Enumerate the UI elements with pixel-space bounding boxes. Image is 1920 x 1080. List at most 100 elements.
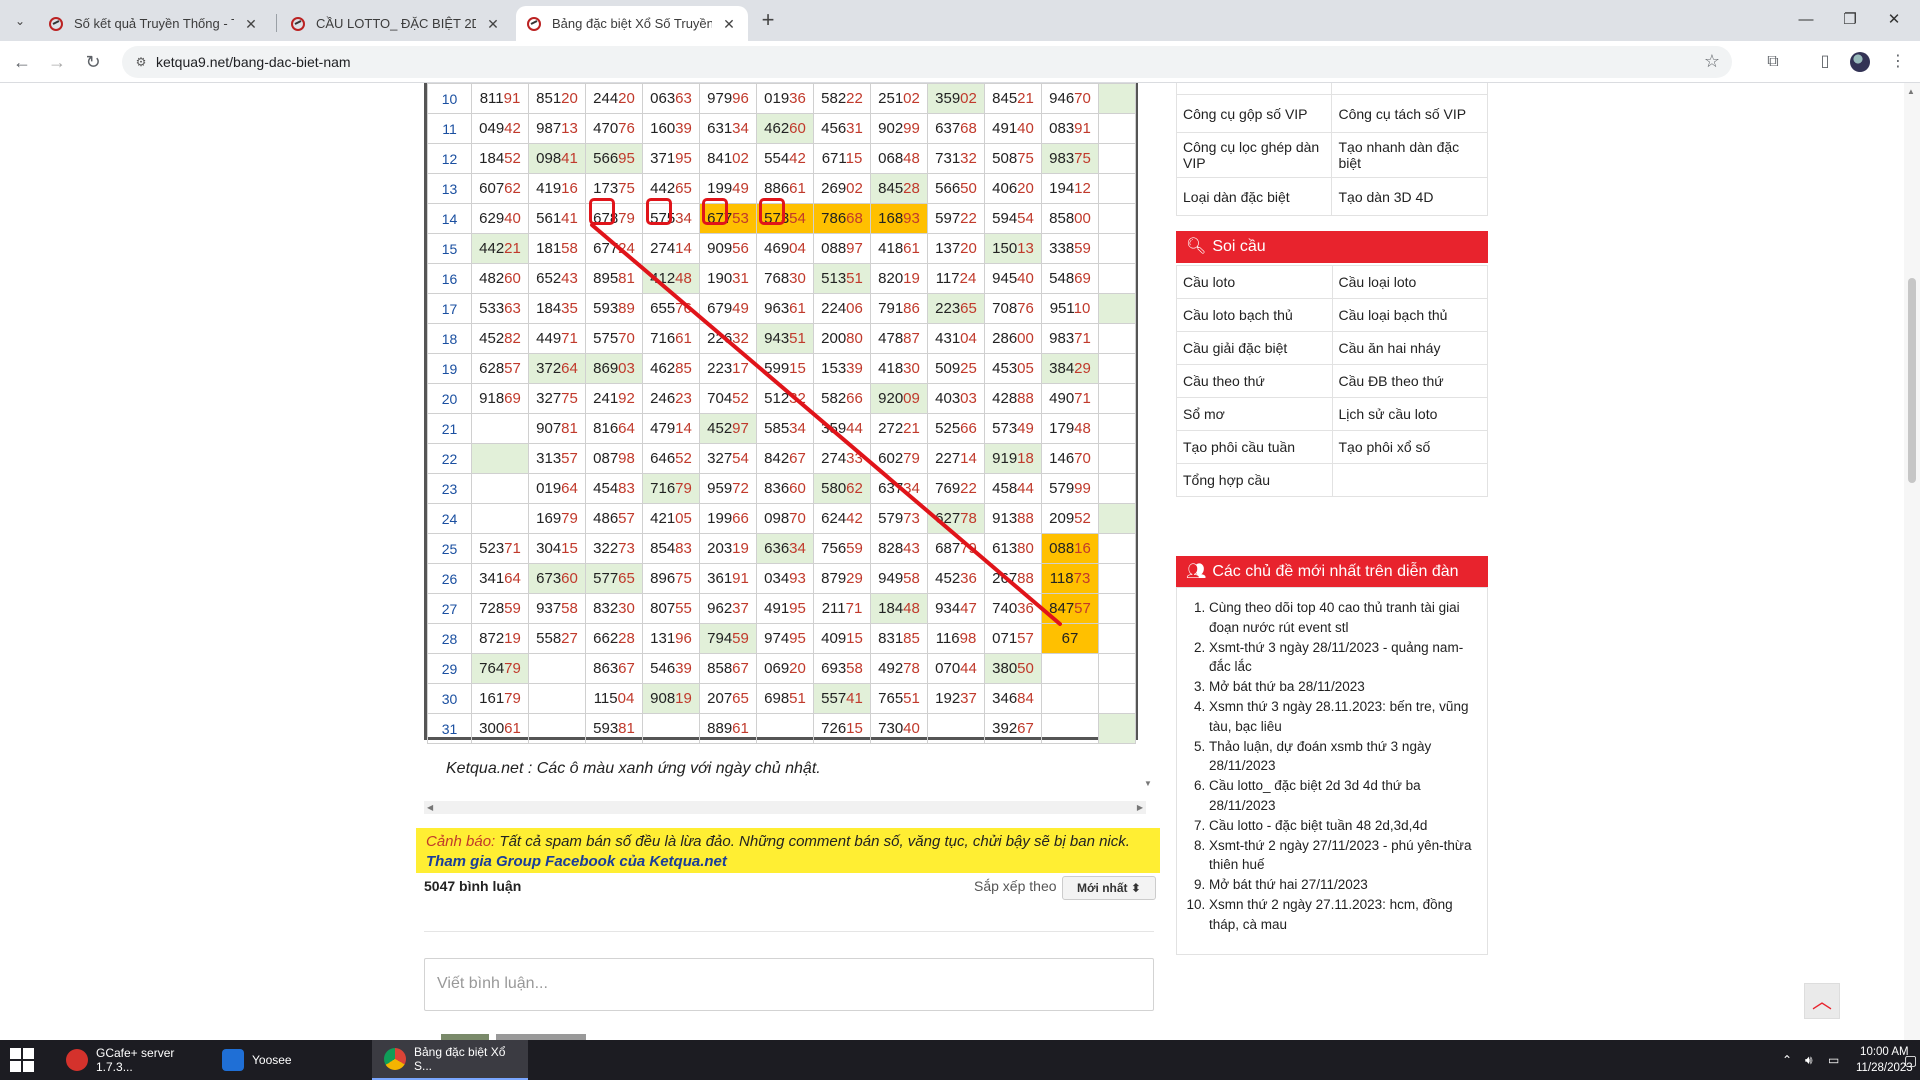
tray-chevron-up-icon[interactable]: ⌃ — [1782, 1040, 1792, 1080]
facebook-group-link[interactable]: Tham gia Group Facebook của Ketqua.net — [426, 853, 727, 870]
soicau-link[interactable]: Cầu loto bạch thủ — [1176, 298, 1333, 332]
tab-cau-lotto[interactable]: CẦU LOTTO_ ĐẶC BIỆT 2D 3D 4D ✕ — [280, 6, 512, 41]
forum-topic-link[interactable]: Cầu lotto_ đặc biệt 2d 3d 4d thứ ba 28/1… — [1209, 776, 1473, 816]
page-scrollbar[interactable]: ▲ — [1904, 83, 1920, 1040]
forum-topic-link[interactable]: Cùng theo dõi top 40 cao thủ tranh tài g… — [1209, 598, 1473, 638]
day-cell[interactable]: 11 — [427, 113, 472, 144]
forum-topic-link[interactable]: Mở bát thứ ba 28/11/2023 — [1209, 677, 1473, 697]
forum-topic-link[interactable]: Xsmt-thứ 2 ngày 27/11/2023 - phú yên-thừ… — [1209, 836, 1473, 876]
day-cell[interactable]: 27 — [427, 593, 472, 624]
scroll-left-icon[interactable]: ◀ — [427, 801, 433, 814]
back-icon[interactable]: ← — [10, 50, 34, 74]
prize-cell: 08798 — [585, 443, 643, 474]
day-cell[interactable]: 29 — [427, 653, 472, 684]
sort-select[interactable]: Mới nhất ⬍ — [1062, 876, 1156, 900]
day-cell[interactable]: 21 — [427, 413, 472, 444]
soicau-link[interactable]: Cầu loto — [1176, 265, 1333, 299]
soicau-link[interactable]: Cầu loại loto — [1331, 265, 1488, 299]
close-icon[interactable]: ✕ — [484, 15, 502, 33]
prize-tail-digits: 53 — [732, 210, 749, 227]
notifications-icon[interactable]: ▢ — [1904, 1040, 1917, 1080]
site-settings-icon[interactable]: ⚙ — [132, 53, 150, 71]
tool-link[interactable]: Công cụ gộp số VIP — [1175, 94, 1333, 133]
soicau-link[interactable]: Cầu ăn hai nháy — [1331, 331, 1488, 365]
tab-bang-dac-biet[interactable]: Bảng đặc biệt Xổ Số Truyền Thống ✕ — [516, 6, 748, 41]
soicau-link[interactable]: Cầu theo thứ — [1176, 364, 1333, 398]
tool-link[interactable]: Công cụ tách số VIP — [1331, 94, 1488, 133]
soicau-link[interactable]: Sổ mơ — [1176, 397, 1333, 431]
soicau-link[interactable]: Lịch sử cầu loto — [1331, 397, 1488, 431]
table-scroll-down-icon[interactable]: ▼ — [1144, 779, 1152, 788]
day-cell[interactable]: 12 — [427, 143, 472, 174]
soicau-link[interactable]: Tạo phôi xổ số — [1331, 430, 1488, 464]
comment-input[interactable]: Viết bình luận... — [424, 958, 1154, 1011]
tool-link[interactable]: Công cụ lọc ghép dàn VIP — [1175, 132, 1333, 178]
menu-icon[interactable]: ⋮ — [1886, 50, 1910, 74]
sidepanel-icon[interactable]: ▯ — [1813, 50, 1837, 74]
tab-search-chevron-down-icon[interactable]: ⌄ — [9, 10, 31, 32]
close-icon[interactable]: ✕ — [720, 15, 738, 33]
day-cell[interactable]: 17 — [427, 293, 472, 324]
table-horizontal-scrollbar[interactable]: ◀ ▶ — [424, 801, 1146, 814]
avatar[interactable] — [1850, 52, 1870, 72]
window-close-icon[interactable]: ✕ — [1866, 0, 1920, 41]
prize-cell: 73132 — [927, 143, 985, 174]
day-cell[interactable]: 18 — [427, 323, 472, 354]
forum-topic-link[interactable]: Xsmt-thứ 3 ngày 28/11/2023 - quảng nam-đ… — [1209, 638, 1473, 678]
tool-link[interactable]: Loại dàn đặc biệt — [1175, 177, 1333, 216]
soicau-link[interactable] — [1331, 463, 1488, 497]
forum-topic-link[interactable]: Xsmn thứ 2 ngày 27.11.2023: hcm, đồng th… — [1209, 895, 1473, 935]
taskbar-chrome[interactable]: Bảng đặc biệt Xổ S... — [372, 1040, 528, 1080]
day-cell[interactable]: 13 — [427, 173, 472, 204]
forum-topic-link[interactable]: Mở bát thứ hai 27/11/2023 — [1209, 875, 1473, 895]
taskbar-yoosee[interactable]: Yoosee — [210, 1040, 366, 1080]
scroll-right-icon[interactable]: ▶ — [1137, 801, 1143, 814]
scroll-up-icon[interactable]: ▲ — [1907, 87, 1915, 96]
soicau-link[interactable]: Tạo phôi cầu tuần — [1176, 430, 1333, 464]
day-cell[interactable]: 22 — [427, 443, 472, 474]
volume-icon[interactable]: 🔊︎ — [1805, 1040, 1813, 1080]
soicau-link[interactable]: Cầu giải đặc biệt — [1176, 331, 1333, 365]
forum-topic-link[interactable]: Cầu lotto - đặc biệt tuần 48 2d,3d,4d — [1209, 816, 1473, 836]
forum-topic-link[interactable]: Thảo luận, dự đoán xsmb thứ 3 ngày 28/11… — [1209, 737, 1473, 777]
back-to-top-chevron-up-icon[interactable]: ︿ — [1804, 983, 1840, 1019]
url-text[interactable]: ketqua9.net/bang-dac-biet-nam — [156, 54, 351, 70]
day-cell[interactable]: 26 — [427, 563, 472, 594]
forum-topic-link[interactable]: Xsmn thứ 3 ngày 28.11.2023: bến tre, vũn… — [1209, 697, 1473, 737]
day-cell[interactable]: 10 — [427, 83, 472, 114]
soicau-link[interactable]: Tổng hợp cầu — [1176, 463, 1333, 497]
new-tab-plus-icon[interactable]: + — [756, 9, 780, 33]
extensions-icon[interactable]: ⧉ — [1761, 50, 1785, 74]
prize-tail-digits: 75 — [675, 570, 692, 587]
day-cell[interactable]: 23 — [427, 473, 472, 504]
prize-tail-digits: 98 — [959, 630, 977, 647]
day-cell[interactable]: 14 — [427, 203, 472, 234]
day-cell[interactable]: 28 — [427, 623, 472, 654]
day-cell[interactable]: 25 — [427, 533, 472, 564]
taskbar-gcafe[interactable]: GCafe+ server 1.7.3... — [54, 1040, 210, 1080]
reload-icon[interactable]: ↻ — [81, 50, 105, 74]
soicau-link[interactable]: Cầu ĐB theo thứ — [1331, 364, 1488, 398]
day-cell[interactable]: 31 — [427, 713, 472, 744]
day-cell[interactable]: 24 — [427, 503, 472, 534]
day-cell[interactable]: 15 — [427, 233, 472, 264]
forward-icon[interactable]: → — [45, 50, 69, 74]
tool-link[interactable]: Tạo dàn 3D 4D — [1331, 177, 1488, 216]
prize-tail-digits: 71 — [1074, 330, 1091, 347]
day-cell[interactable]: 16 — [427, 263, 472, 294]
close-icon[interactable]: ✕ — [242, 15, 260, 33]
windows-start-icon[interactable] — [10, 1048, 34, 1072]
prize-cell: 90819 — [642, 683, 700, 714]
special-prize-table-scroll[interactable]: 10 81191 85120 24420 06363 97996 01936 58222 251… — [424, 83, 1142, 800]
star-icon[interactable]: ☆ — [1704, 51, 1720, 72]
network-icon[interactable]: ▭ — [1828, 1040, 1839, 1080]
tool-link[interactable]: Tạo nhanh dàn đặc biệt — [1331, 132, 1488, 178]
day-cell[interactable]: 19 — [427, 353, 472, 384]
day-cell[interactable]: 30 — [427, 683, 472, 714]
tab-ketqua-tong[interactable]: Số kết quả Truyền Thống - Tổng ✕ — [38, 6, 270, 41]
day-cell[interactable]: 20 — [427, 383, 472, 414]
scrollbar-thumb[interactable] — [1908, 278, 1916, 483]
address-bar[interactable]: ⚙ ketqua9.net/bang-dac-biet-nam ☆ — [122, 46, 1732, 78]
prize-tail-digits: 58 — [846, 660, 863, 677]
soicau-link[interactable]: Cầu loại bạch thủ — [1331, 298, 1488, 332]
